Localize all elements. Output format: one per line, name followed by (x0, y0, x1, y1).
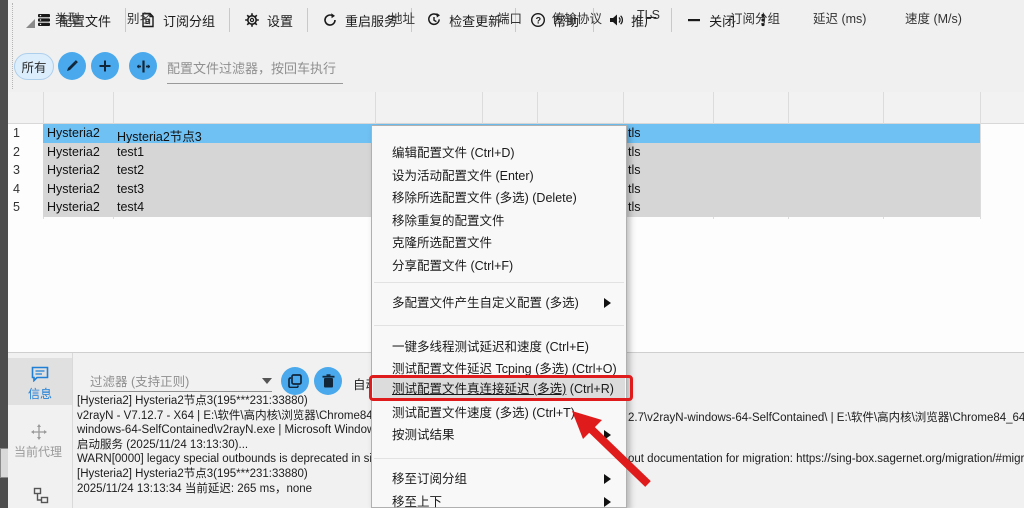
menu-item-label: 多配置文件产生自定义配置 (多选) (392, 296, 579, 310)
sidebar-divider (72, 353, 73, 508)
cell-tls: tls (628, 126, 641, 140)
toolbar-separator (671, 8, 673, 32)
restart-icon (322, 12, 338, 28)
move-arrows-icon (31, 424, 47, 440)
column-header-transport[interactable]: 传输协议 (552, 8, 602, 27)
column-header-alias[interactable]: 别名 (127, 8, 152, 27)
message-bubble-icon (31, 366, 49, 382)
cell-type: Hysteria2 (47, 200, 100, 214)
log-line: windows-64-SelfContained\v2rayN.exe | Mi… (77, 424, 371, 437)
log-line: 2025/11/24 13:13:34 当前延迟: 265 ms，none (77, 482, 313, 495)
table-header-row (8, 92, 1024, 124)
cell-tls: tls (628, 200, 641, 214)
clear-log-button[interactable] (314, 367, 342, 395)
subscription-label: 订阅分组 (163, 13, 216, 29)
log-line: [Hysteria2] Hysteria2节点3(195***231:33880… (77, 395, 308, 407)
row-number: 3 (13, 163, 20, 177)
log-line-continuation: 2.7\v2rayN-windows-64-SelfContained\ | E… (628, 412, 1024, 424)
column-adjust-icon (136, 59, 151, 74)
menu-item-label: 移至上下 (392, 495, 443, 508)
minimize-icon (686, 12, 702, 28)
menu-item-remove-selected[interactable]: 移除所选配置文件 (多选) (Delete) (373, 187, 625, 210)
add-profile-button[interactable] (91, 52, 119, 80)
cell-type: Hysteria2 (47, 126, 100, 140)
profile-filter-underline (167, 83, 343, 84)
help-icon: ? (530, 12, 546, 28)
log-line: [Hysteria2] Hysteria2节点3(195***231:33880… (77, 467, 308, 480)
toolbar-separator (125, 8, 127, 32)
copy-icon (288, 374, 302, 388)
cell-type: Hysteria2 (47, 163, 100, 177)
log-filter-combobox[interactable]: 过滤器 (支持正则) (90, 371, 189, 390)
gear-icon (244, 12, 260, 28)
menu-item-multithread-test[interactable]: 一键多线程测试延迟和速度 (Ctrl+E) (373, 336, 625, 359)
menu-item-edit-profile[interactable]: 编辑配置文件 (Ctrl+D) (373, 142, 625, 165)
toolbar-separator (229, 8, 231, 32)
profiles-icon (36, 12, 52, 28)
network-nodes-icon[interactable] (33, 487, 49, 505)
annotation-highlight-box (369, 375, 633, 401)
menu-separator (374, 282, 624, 283)
log-line-continuation: out documentation for migration: https:/… (628, 453, 1024, 465)
menu-item-clone-selected[interactable]: 克隆所选配置文件 (373, 232, 625, 255)
settings-label: 设置 (267, 13, 294, 29)
plus-icon (98, 59, 112, 73)
menu-item-label: 移至订阅分组 (392, 472, 468, 486)
annotation-arrow (560, 400, 660, 500)
v2rayn-window: 配置文件 B 订阅分组 设置 重启服务 检查更新 ? 帮助 推广 关闭 所有 配… (0, 0, 1024, 508)
log-line: v2rayN - V7.12.7 - X64 | E:\软件\高内核\浏览器\C… (77, 409, 371, 422)
column-header-delay[interactable]: 延迟 (ms) (813, 8, 866, 27)
cell-type: Hysteria2 (47, 181, 100, 196)
menu-item-remove-duplicates[interactable]: 移除重复的配置文件 (373, 210, 625, 233)
check-update-icon (426, 12, 442, 28)
svg-text:?: ? (536, 15, 542, 25)
column-header-port[interactable]: 端口 (497, 8, 522, 27)
cell-tls: tls (628, 163, 641, 177)
toolbar-separator (307, 8, 309, 32)
cell-type: Hysteria2 (47, 144, 100, 159)
menu-item-share-profile[interactable]: 分享配置文件 (Ctrl+F) (373, 255, 625, 278)
row-number: 2 (13, 144, 20, 159)
menu-item-label: 按测试结果 (392, 428, 455, 442)
log-line: WARN[0000] legacy special outbounds is d… (77, 453, 371, 466)
row-number: 5 (13, 200, 20, 214)
log-filter-underline (90, 391, 272, 392)
row-number: 4 (13, 181, 20, 196)
trash-icon (322, 374, 335, 388)
column-header-address[interactable]: 地址 (390, 8, 415, 27)
sidebar-tab-proxy[interactable]: 当前代理 (14, 443, 62, 460)
edit-group-button[interactable] (58, 52, 86, 80)
column-header-type[interactable]: 类型 (55, 8, 80, 27)
row-number: 1 (13, 126, 20, 140)
menu-item-custom-config[interactable]: 多配置文件产生自定义配置 (多选) (373, 292, 625, 315)
settings-button[interactable]: 设置 (234, 5, 303, 35)
cell-alias: test4 (117, 200, 145, 214)
submenu-arrow-icon (604, 298, 611, 308)
cell-tls: tls (628, 144, 641, 159)
log-line: 启动服务 (2025/11/24 13:13:30)... (77, 438, 249, 451)
group-all-pill[interactable]: 所有 (14, 53, 54, 80)
column-header-subscription[interactable]: 订阅分组 (730, 8, 780, 27)
column-adjust-button[interactable] (129, 52, 157, 80)
pencil-icon (65, 59, 79, 73)
window-edge-strip (0, 0, 8, 508)
select-all-corner[interactable] (26, 19, 35, 28)
profile-filter-input[interactable]: 配置文件过滤器，按回车执行 (167, 58, 336, 77)
log-output[interactable]: [Hysteria2] Hysteria2节点3(195***231:33880… (77, 394, 371, 502)
cell-tls: tls (628, 181, 641, 196)
check-update-label: 检查更新 (449, 13, 502, 29)
chevron-down-icon[interactable] (262, 378, 272, 384)
copy-log-button[interactable] (281, 367, 309, 395)
menu-separator (374, 325, 624, 326)
cell-alias: test1 (117, 144, 145, 159)
sidebar-tab-info[interactable]: 信息 (28, 385, 52, 402)
grid-line (980, 92, 981, 219)
promote-icon (608, 12, 624, 28)
group-all-label: 所有 (21, 61, 47, 75)
cell-alias: test3 (117, 181, 145, 196)
cell-alias: test2 (117, 163, 145, 177)
column-header-speed[interactable]: 速度 (M/s) (905, 8, 962, 27)
column-header-tls[interactable]: TLS (637, 8, 660, 22)
menu-item-set-active[interactable]: 设为活动配置文件 (Enter) (373, 165, 625, 188)
